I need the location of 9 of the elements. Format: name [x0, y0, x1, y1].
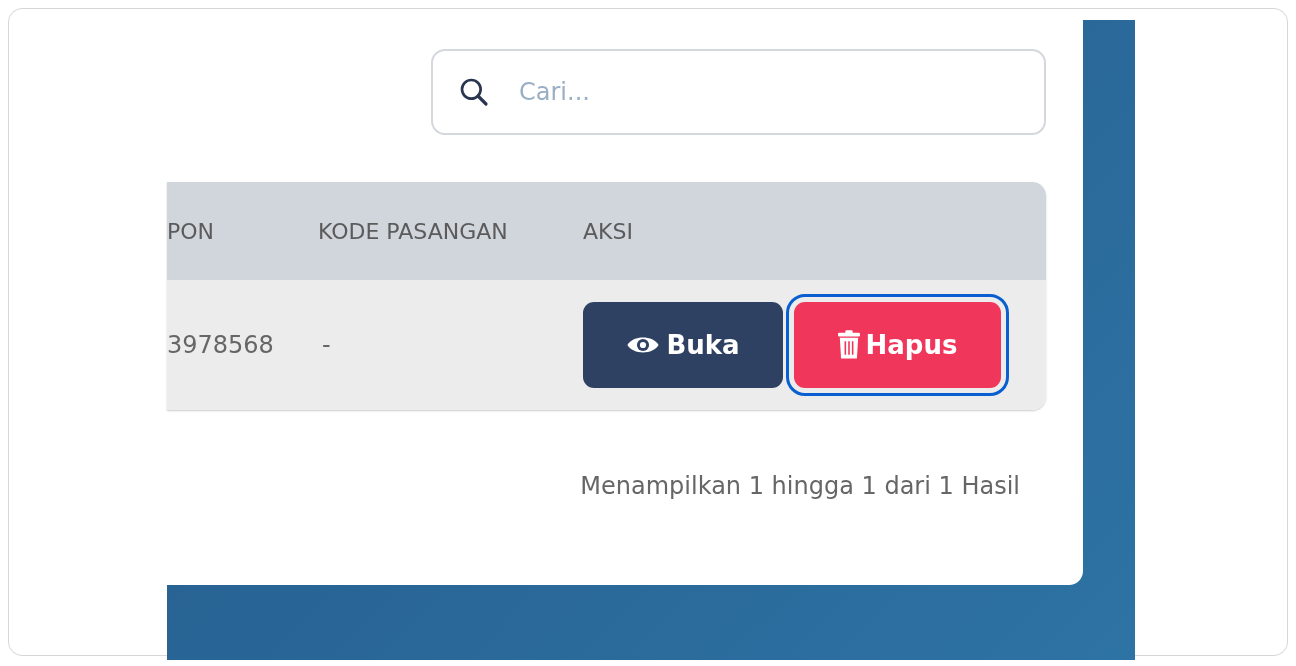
pagination-summary: Menampilkan 1 hingga 1 dari 1 Hasil	[580, 472, 1020, 500]
table-cell-text: 3978568	[167, 331, 275, 359]
trash-icon	[837, 330, 860, 360]
search-field[interactable]: Cari...	[431, 49, 1046, 135]
column-header: AKSI	[583, 218, 633, 244]
column-header: PON	[167, 218, 216, 244]
table-cell-text: -	[321, 331, 332, 359]
view-button[interactable]: Buka	[583, 302, 783, 388]
column-header: KODE PASANGAN	[318, 218, 509, 244]
